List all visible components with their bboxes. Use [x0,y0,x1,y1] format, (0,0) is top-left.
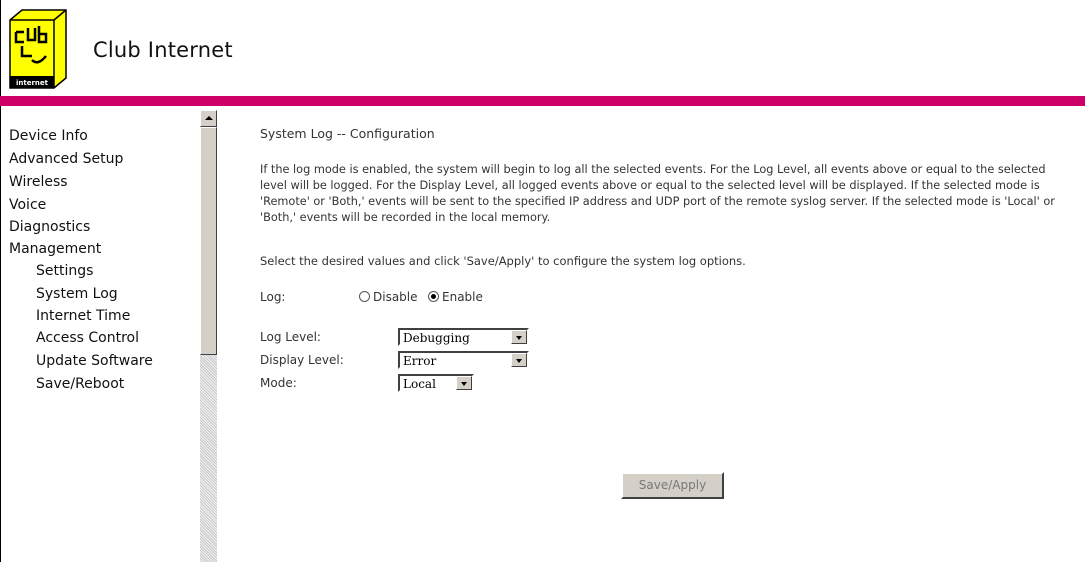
logo-title: Club Internet [93,38,233,62]
chevron-down-icon[interactable] [511,353,527,367]
display-level-select[interactable]: Error [398,351,529,369]
nav-save-reboot[interactable]: Save/Reboot [36,376,124,392]
log-level-label: Log Level: [260,330,321,344]
description-text: If the log mode is enabled, the system w… [260,163,1055,224]
nav-wireless[interactable]: Wireless [9,174,68,190]
sidebar-nav: Device Info Advanced Setup Wireless Voic… [0,106,200,562]
log-disable-radio[interactable] [359,291,370,302]
page-title: System Log -- Configuration [260,126,435,141]
sidebar-scrollbar[interactable] [200,110,217,562]
log-level-value: Debugging [403,331,470,345]
mode-value: Local [403,377,436,391]
nav-system-log[interactable]: System Log [36,286,118,302]
mode-label: Mode: [260,376,297,390]
instruction-text: Select the desired values and click 'Sav… [260,254,746,268]
log-level-select[interactable]: Debugging [398,328,529,346]
nav-access-control[interactable]: Access Control [36,330,139,346]
nav-voice[interactable]: Voice [9,197,46,213]
log-enable-radio[interactable] [428,291,439,302]
scroll-up-arrow-icon[interactable] [200,110,217,127]
save-apply-button[interactable]: Save/Apply [621,472,724,499]
header-bar [0,96,1085,106]
nav-diagnostics[interactable]: Diagnostics [9,219,90,235]
display-level-label: Display Level: [260,353,344,367]
chevron-down-icon[interactable] [456,376,472,390]
scrollbar-thumb[interactable] [200,127,217,355]
nav-device-info[interactable]: Device Info [9,128,88,144]
log-label: Log: [260,290,286,304]
nav-internet-time[interactable]: Internet Time [36,308,130,324]
svg-text:internet: internet [16,79,49,87]
mode-select[interactable]: Local [398,374,474,392]
nav-advanced-setup[interactable]: Advanced Setup [9,151,123,167]
nav-update-software[interactable]: Update Software [36,353,153,369]
chevron-down-icon[interactable] [511,330,527,344]
nav-management[interactable]: Management [9,241,101,257]
log-enable-label: Enable [442,290,483,304]
nav-settings[interactable]: Settings [36,263,93,279]
display-level-value: Error [403,354,437,368]
log-disable-label: Disable [373,290,418,304]
club-internet-logo: internet [8,8,68,89]
